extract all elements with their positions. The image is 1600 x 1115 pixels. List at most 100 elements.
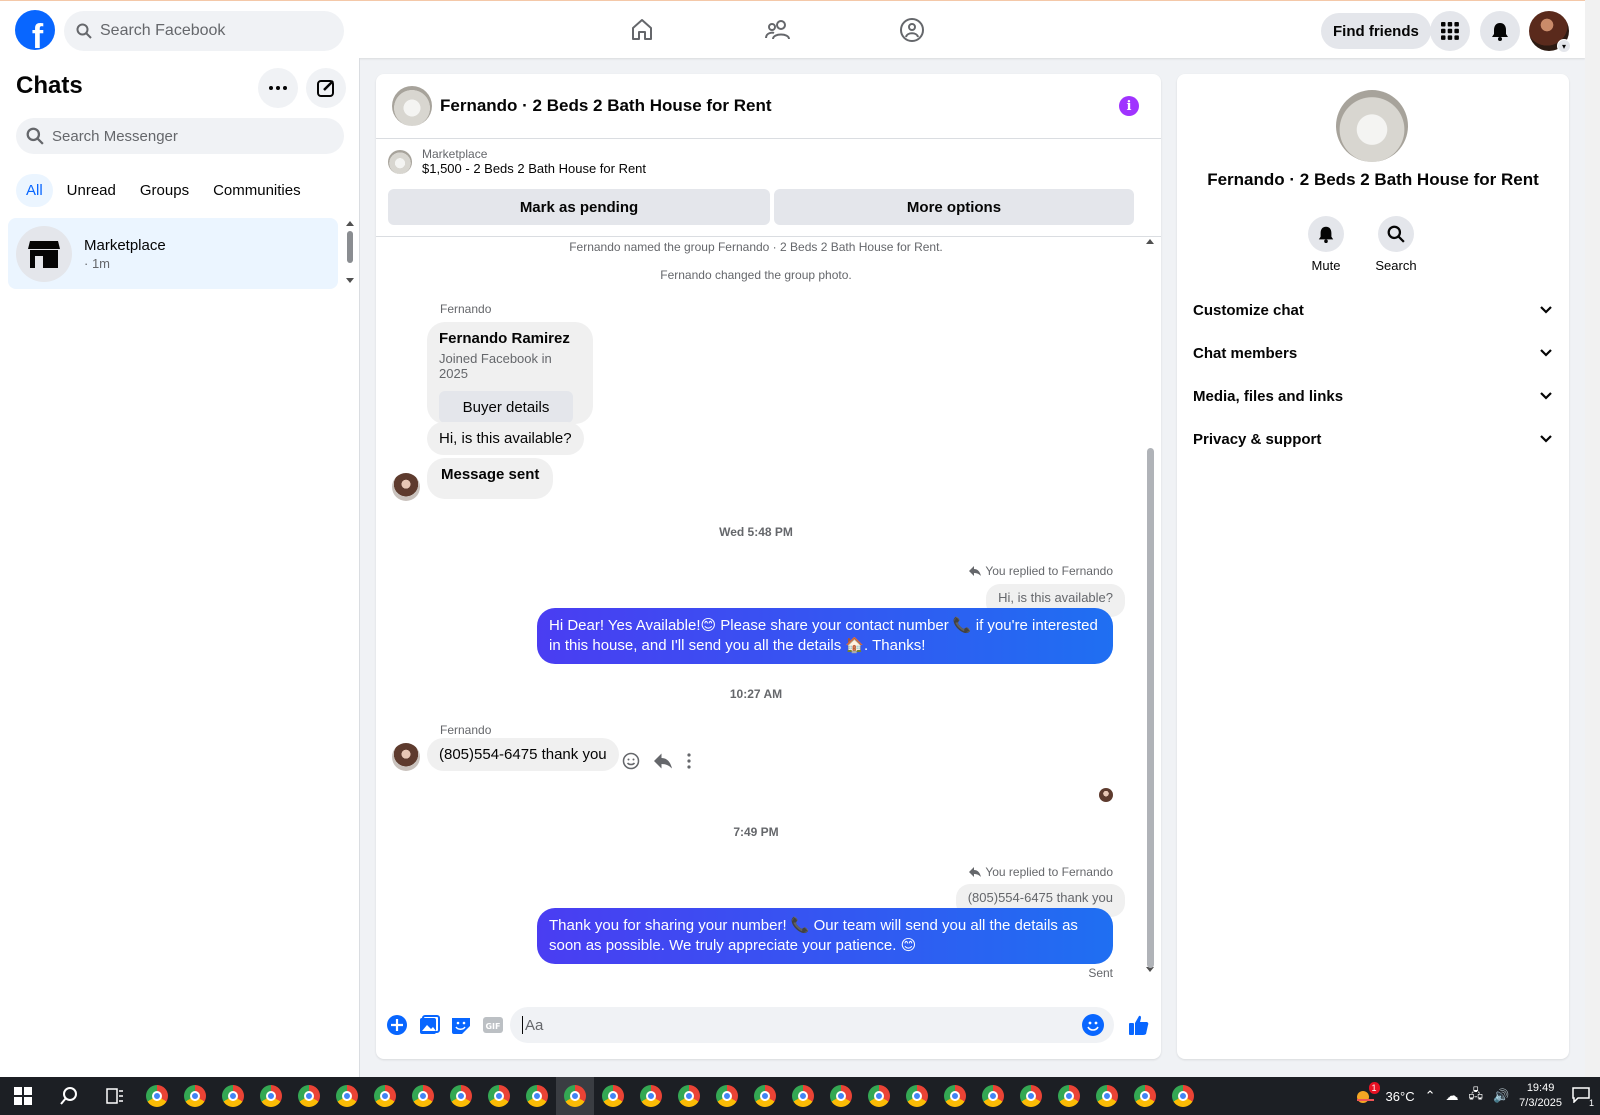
chrome-taskbar-icon[interactable]	[746, 1077, 784, 1115]
chrome-taskbar-icon[interactable]	[442, 1077, 480, 1115]
more-vertical-icon[interactable]	[686, 753, 692, 769]
friends-icon[interactable]	[763, 15, 793, 45]
groups-icon[interactable]	[897, 15, 927, 45]
group-photo[interactable]	[392, 86, 432, 126]
section-media-files-links[interactable]: Media, files and links	[1193, 376, 1553, 416]
taskbar-clock[interactable]: 19:49 7/3/2025	[1519, 1081, 1562, 1111]
sender-name: Fernando	[440, 723, 492, 737]
taskbar-search-icon[interactable]	[46, 1077, 92, 1115]
chat-list-item-marketplace[interactable]: Marketplace · 1m	[8, 218, 338, 289]
incoming-message[interactable]: Hi, is this available?	[427, 422, 584, 455]
chevron-down-icon: ▾	[1557, 39, 1571, 53]
incoming-message[interactable]: (805)554-6475 thank you	[427, 738, 619, 771]
chrome-taskbar-icon[interactable]	[1126, 1077, 1164, 1115]
conversation-title[interactable]: Fernando · 2 Beds 2 Bath House for Rent	[440, 96, 772, 116]
outgoing-message[interactable]: Thank you for sharing your number! 📞 Our…	[537, 908, 1113, 964]
chrome-taskbar-icon[interactable]	[1012, 1077, 1050, 1115]
filter-groups[interactable]: Groups	[130, 174, 199, 207]
chrome-taskbar-icon[interactable]	[176, 1077, 214, 1115]
chrome-taskbar-icon[interactable]	[328, 1077, 366, 1115]
group-photo-large[interactable]	[1336, 90, 1408, 162]
new-message-icon[interactable]	[306, 68, 346, 108]
thumbs-up-icon[interactable]	[1127, 1013, 1151, 1042]
search-in-conversation-button[interactable]: Search	[1361, 216, 1431, 273]
mute-button[interactable]: Mute	[1291, 216, 1361, 273]
volume-icon[interactable]: 🔊	[1493, 1088, 1509, 1104]
more-options-button[interactable]: More options	[774, 189, 1134, 225]
chevron-up-icon[interactable]: ⌃	[1425, 1088, 1436, 1104]
task-view-icon[interactable]	[92, 1077, 138, 1115]
chrome-icon	[1172, 1085, 1194, 1107]
facebook-logo[interactable]: f	[15, 10, 55, 50]
scrollbar-thumb[interactable]	[1147, 448, 1154, 968]
listing-title[interactable]: $1,500 - 2 Beds 2 Bath House for Rent	[422, 161, 646, 176]
gif-icon[interactable]: GIF	[480, 1012, 506, 1038]
windows-start-icon[interactable]	[0, 1077, 46, 1115]
chrome-taskbar-icon[interactable]	[518, 1077, 556, 1115]
notifications-bell-icon[interactable]	[1480, 11, 1520, 51]
chrome-taskbar-icon[interactable]	[822, 1077, 860, 1115]
section-privacy-support[interactable]: Privacy & support	[1193, 419, 1553, 459]
facebook-search-input[interactable]: Search Facebook	[64, 11, 344, 51]
chrome-taskbar-icon-active[interactable]	[556, 1077, 594, 1115]
chrome-taskbar-icon[interactable]	[708, 1077, 746, 1115]
chrome-taskbar-icon[interactable]	[1088, 1077, 1126, 1115]
chrome-taskbar-icon[interactable]	[670, 1077, 708, 1115]
chrome-taskbar-icon[interactable]	[252, 1077, 290, 1115]
chrome-taskbar-icon[interactable]	[404, 1077, 442, 1115]
filter-communities[interactable]: Communities	[203, 174, 311, 207]
reply-icon[interactable]	[654, 753, 672, 769]
chrome-taskbar-icon[interactable]	[480, 1077, 518, 1115]
sticker-icon[interactable]	[448, 1012, 474, 1038]
onedrive-icon[interactable]: ☁	[1445, 1088, 1458, 1104]
menu-grid-icon[interactable]	[1430, 11, 1470, 51]
network-icon[interactable]: 🖧	[1468, 1085, 1483, 1107]
plus-circle-icon[interactable]	[384, 1012, 410, 1038]
info-icon[interactable]: i	[1119, 96, 1139, 116]
weather-icon[interactable]: 1	[1354, 1082, 1380, 1104]
photo-icon[interactable]	[416, 1012, 442, 1038]
chrome-taskbar-icon[interactable]	[290, 1077, 328, 1115]
outgoing-message[interactable]: Hi Dear! Yes Available!😊 Please share yo…	[537, 608, 1113, 664]
chrome-taskbar-icon[interactable]	[1050, 1077, 1088, 1115]
chrome-icon	[640, 1085, 662, 1107]
chrome-taskbar-icon[interactable]	[594, 1077, 632, 1115]
filter-unread[interactable]: Unread	[57, 174, 126, 207]
more-options-icon[interactable]	[258, 68, 298, 108]
chrome-taskbar-icon[interactable]	[974, 1077, 1012, 1115]
account-avatar[interactable]: ▾	[1529, 11, 1571, 53]
sent-status: Sent	[1088, 966, 1113, 980]
chrome-taskbar-icon[interactable]	[784, 1077, 822, 1115]
chrome-taskbar-icon[interactable]	[936, 1077, 974, 1115]
sender-avatar[interactable]	[392, 473, 420, 501]
find-friends-button[interactable]: Find friends	[1321, 13, 1431, 49]
chrome-taskbar-icon[interactable]	[1164, 1077, 1202, 1115]
message-input[interactable]: Aa	[510, 1007, 1114, 1043]
home-icon[interactable]	[627, 15, 657, 45]
sender-avatar[interactable]	[392, 743, 420, 771]
chrome-icon	[146, 1085, 168, 1107]
chrome-taskbar-icon[interactable]	[214, 1077, 252, 1115]
chrome-taskbar-icon[interactable]	[898, 1077, 936, 1115]
page-scrollbar[interactable]	[1585, 0, 1600, 1077]
incoming-message[interactable]: Message sent	[427, 458, 554, 499]
buyer-details-button[interactable]: Buyer details	[439, 391, 573, 423]
filter-all[interactable]: All	[16, 174, 53, 207]
message-scrollbar[interactable]	[1145, 238, 1155, 983]
sidebar-scrollbar[interactable]	[344, 218, 356, 288]
mark-as-pending-button[interactable]: Mark as pending	[388, 189, 770, 225]
chrome-taskbar-icon[interactable]	[860, 1077, 898, 1115]
message-timestamp: 10:27 AM	[729, 687, 783, 701]
section-customize-chat[interactable]: Customize chat	[1193, 290, 1553, 330]
weather-temperature[interactable]: 36°C	[1386, 1089, 1415, 1104]
section-chat-members[interactable]: Chat members	[1193, 333, 1553, 373]
action-center-icon[interactable]: 1	[1572, 1086, 1594, 1108]
emoji-icon[interactable]	[1082, 1014, 1104, 1036]
react-emoji-icon[interactable]	[622, 752, 640, 770]
messenger-search-input[interactable]: Search Messenger	[16, 118, 344, 154]
chrome-taskbar-icon[interactable]	[138, 1077, 176, 1115]
conversation-header: Fernando · 2 Beds 2 Bath House for Rent …	[376, 74, 1161, 139]
chrome-taskbar-icon[interactable]	[366, 1077, 404, 1115]
chrome-taskbar-icon[interactable]	[632, 1077, 670, 1115]
reply-note: You replied to Fernando	[969, 564, 1113, 578]
